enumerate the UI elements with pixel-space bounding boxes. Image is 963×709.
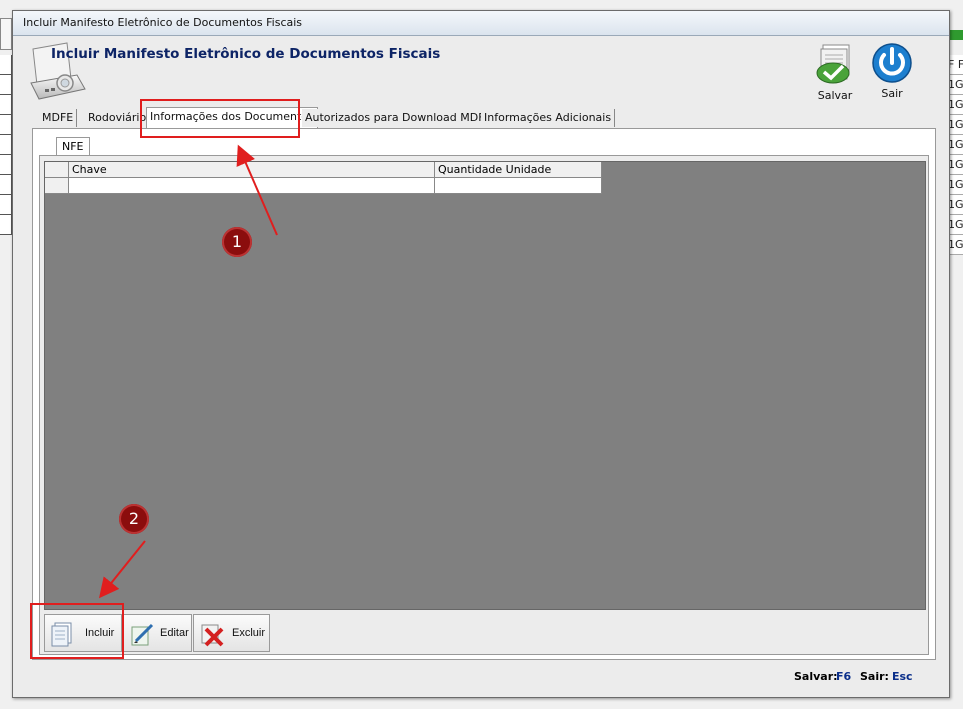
annotation-arrows [98,144,278,599]
arrow-to-include [98,540,146,599]
arrow-to-tab [236,144,278,236]
